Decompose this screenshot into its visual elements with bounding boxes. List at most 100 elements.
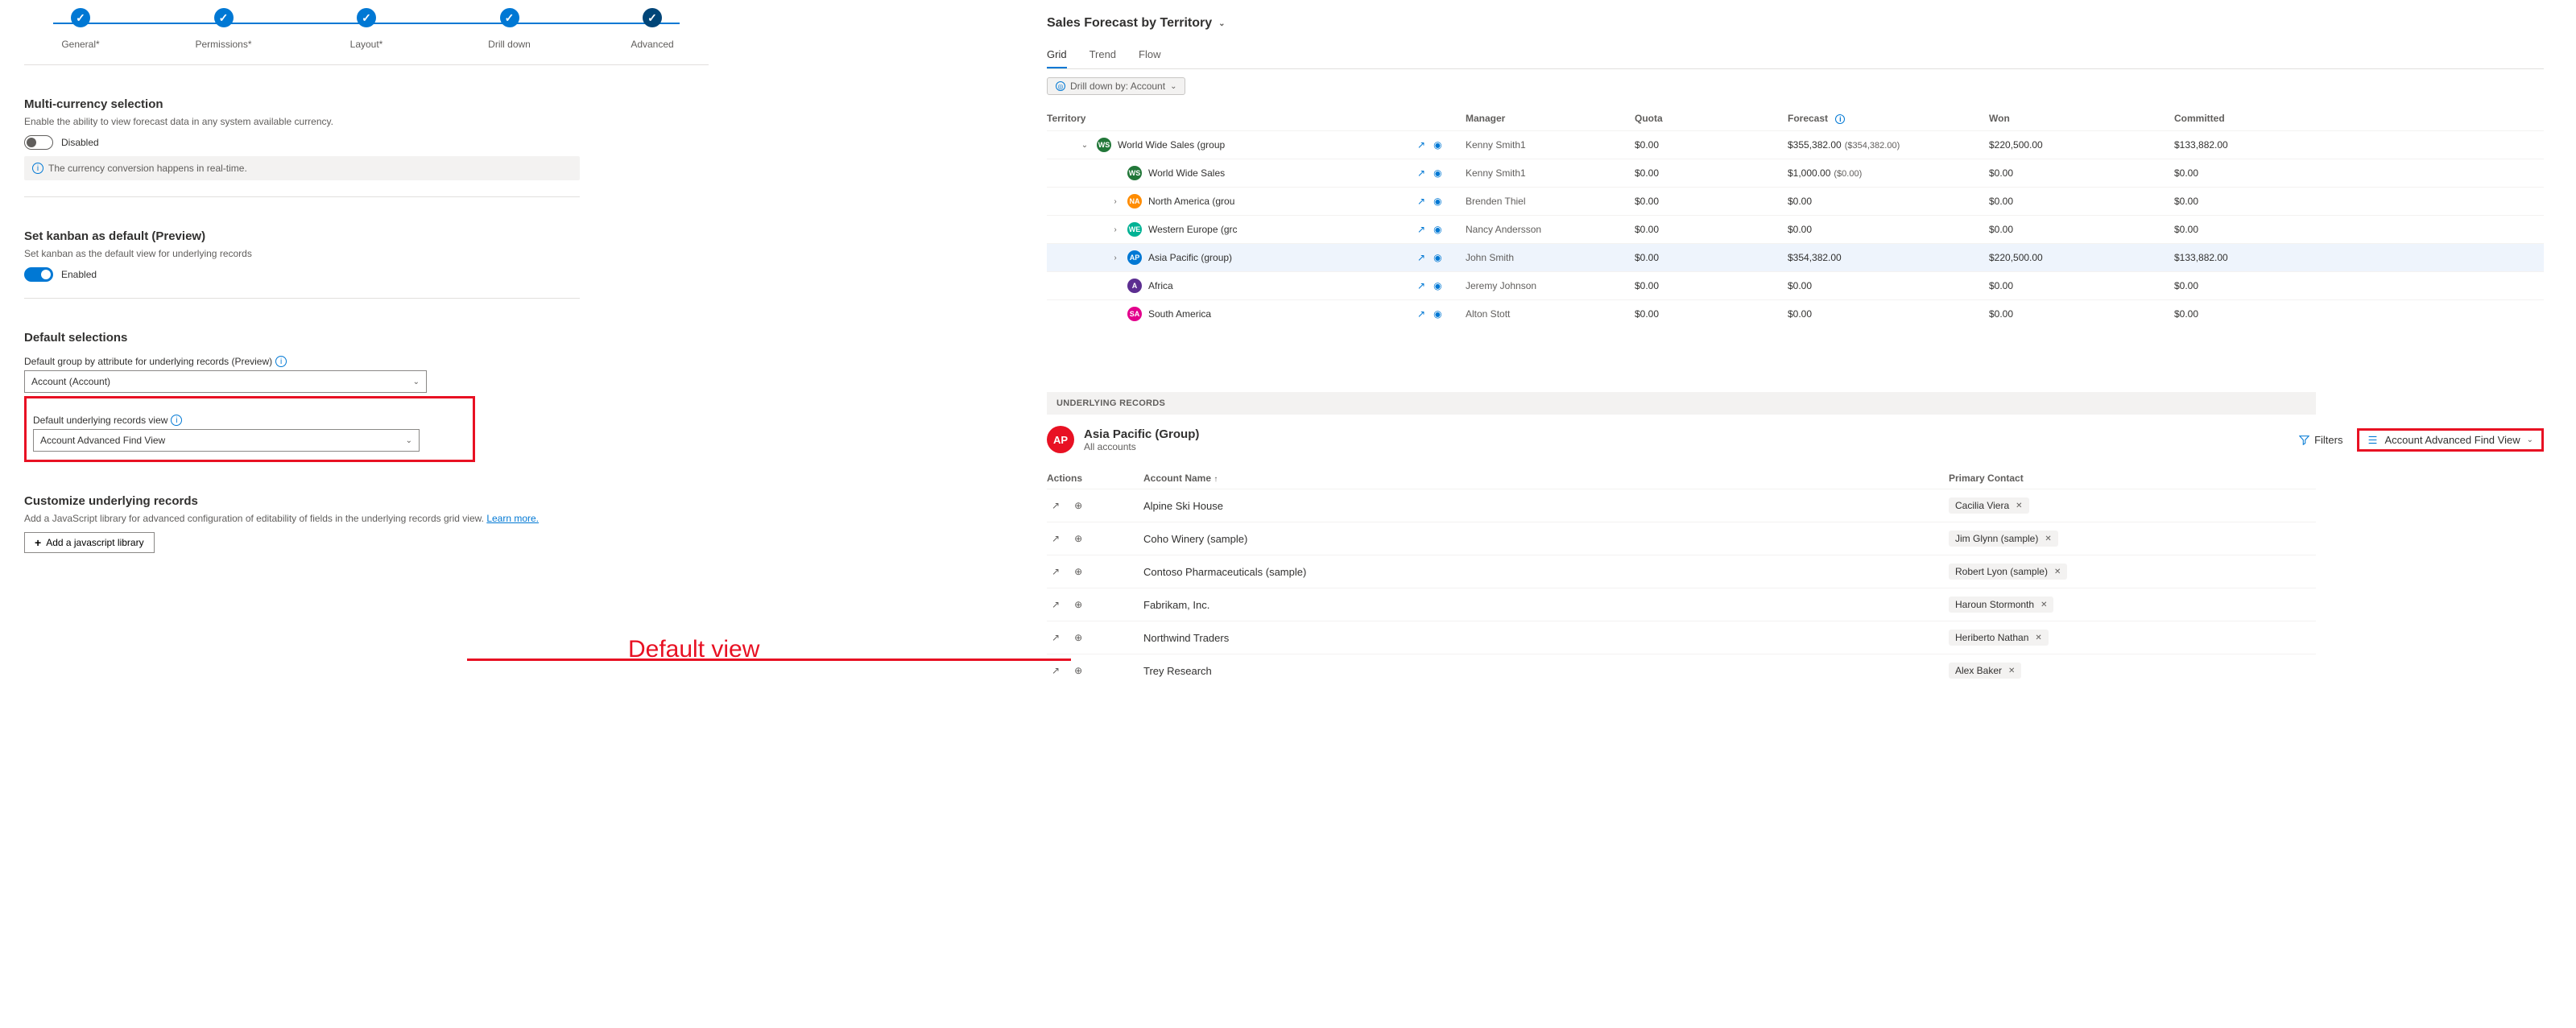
contact-chip[interactable]: Heriberto Nathan ✕: [1949, 630, 2049, 646]
remove-chip-icon[interactable]: ✕: [2008, 667, 2015, 675]
group-by-label: Default group by attribute for underlyin…: [24, 356, 580, 367]
col-manager[interactable]: Manager: [1466, 113, 1635, 124]
contact-chip[interactable]: Cacilia Viera ✕: [1949, 497, 2029, 514]
col-won[interactable]: Won: [1989, 113, 2174, 124]
account-name-cell: Fabrikam, Inc.: [1143, 599, 1949, 611]
open-record-icon[interactable]: ↗: [1052, 500, 1060, 511]
info-icon: i: [32, 163, 43, 174]
territory-avatar: WS: [1127, 166, 1142, 180]
add-icon[interactable]: ⊕: [1074, 500, 1082, 511]
expand-icon[interactable]: ⌄: [1079, 141, 1090, 150]
tab-grid[interactable]: Grid: [1047, 42, 1067, 68]
learn-more-link[interactable]: Learn more.: [486, 513, 539, 524]
remove-chip-icon[interactable]: ✕: [2035, 634, 2041, 642]
drilldown-pill[interactable]: ◎ Drill down by: Account ⌄: [1047, 77, 1185, 95]
step-advanced[interactable]: Advanced: [596, 8, 709, 50]
contact-chip[interactable]: Haroun Stormonth ✕: [1949, 597, 2053, 613]
kanban-toggle[interactable]: Enabled: [24, 267, 580, 282]
open-record-icon[interactable]: ↗: [1052, 632, 1060, 643]
col-territory[interactable]: Territory: [1047, 113, 1417, 124]
open-icon[interactable]: ↗: [1417, 139, 1425, 151]
chart-icon[interactable]: ◉: [1433, 196, 1441, 207]
expand-icon[interactable]: ›: [1110, 197, 1121, 206]
step-permissions[interactable]: Permissions*: [167, 8, 280, 50]
remove-chip-icon[interactable]: ✕: [2016, 502, 2022, 510]
add-icon[interactable]: ⊕: [1074, 566, 1082, 577]
info-icon[interactable]: i: [1835, 114, 1845, 124]
manager-cell: Nancy Andersson: [1466, 224, 1635, 235]
chevron-down-icon: ⌄: [2527, 436, 2533, 444]
chart-icon[interactable]: ◉: [1433, 308, 1441, 320]
filters-button[interactable]: Filters: [2299, 434, 2342, 446]
chart-icon[interactable]: ◉: [1433, 167, 1441, 179]
open-icon[interactable]: ↗: [1417, 167, 1425, 179]
open-icon[interactable]: ↗: [1417, 308, 1425, 320]
open-record-icon[interactable]: ↗: [1052, 533, 1060, 544]
contact-chip[interactable]: Alex Baker ✕: [1949, 663, 2021, 679]
view-selector[interactable]: Account Advanced Find View ⌄: [2367, 434, 2533, 446]
col-primary-contact[interactable]: Primary Contact: [1949, 473, 2303, 484]
chart-icon[interactable]: ◉: [1433, 139, 1441, 151]
forecast-title[interactable]: Sales Forecast by Territory ⌄: [1047, 16, 2544, 31]
underlying-sub: All accounts: [1084, 441, 1199, 452]
committed-cell: $133,882.00: [2174, 139, 2311, 151]
forecast-row[interactable]: ⌄WSWorld Wide Sales (group↗◉Kenny Smith1…: [1047, 130, 2544, 159]
underlying-row[interactable]: ↗⊕Northwind TradersHeriberto Nathan ✕: [1047, 621, 2316, 654]
account-name-cell: Contoso Pharmaceuticals (sample): [1143, 566, 1949, 578]
info-icon[interactable]: i: [171, 415, 182, 426]
remove-chip-icon[interactable]: ✕: [2041, 601, 2047, 609]
chart-icon[interactable]: ◉: [1433, 252, 1441, 263]
step-drilldown[interactable]: Drill down: [453, 8, 566, 50]
open-record-icon[interactable]: ↗: [1052, 599, 1060, 610]
forecast-row[interactable]: WSWorld Wide Sales↗◉Kenny Smith1$0.00$1,…: [1047, 159, 2544, 187]
step-layout[interactable]: Layout*: [310, 8, 423, 50]
forecast-row[interactable]: ›APAsia Pacific (group)↗◉John Smith$0.00…: [1047, 243, 2544, 271]
chart-icon[interactable]: ◉: [1433, 280, 1441, 291]
underlying-row[interactable]: ↗ ⊕ Contoso Pharmaceuticals (sample)Robert…: [1047, 555, 2316, 588]
committed-cell: $133,882.00: [2174, 252, 2311, 263]
underlying-row[interactable]: ↗⊕Coho Winery (sample)Jim Glynn (sample)…: [1047, 522, 2316, 555]
col-actions[interactable]: Actions: [1047, 473, 1143, 484]
open-icon[interactable]: ↗: [1417, 252, 1425, 263]
open-icon[interactable]: ↗: [1417, 224, 1425, 235]
step-general[interactable]: General*: [24, 8, 137, 50]
open-icon[interactable]: ↗: [1417, 280, 1425, 291]
col-account-name[interactable]: Account Name ↑: [1143, 473, 1949, 484]
col-forecast[interactable]: Forecast i: [1788, 113, 1989, 124]
list-icon: [2367, 435, 2378, 445]
default-view-select[interactable]: Account Advanced Find View ⌄: [33, 429, 420, 452]
underlying-row[interactable]: ↗ ⊕ Fabrikam, Inc.Haroun Stormonth ✕: [1047, 588, 2316, 621]
col-committed[interactable]: Committed: [2174, 113, 2311, 124]
open-record-icon[interactable]: ↗: [1052, 566, 1060, 577]
chart-icon[interactable]: ◉: [1433, 224, 1441, 235]
tab-trend[interactable]: Trend: [1090, 42, 1116, 68]
add-icon[interactable]: ⊕: [1074, 632, 1082, 643]
remove-chip-icon[interactable]: ✕: [2045, 535, 2051, 543]
remove-chip-icon[interactable]: ✕: [2054, 568, 2061, 576]
underlying-row[interactable]: ↗⊕Trey ResearchAlex Baker ✕: [1047, 654, 2316, 687]
forecast-row[interactable]: SASouth America↗◉Alton Stott$0.00$0.00$0…: [1047, 299, 2544, 328]
forecast-tabs: Grid Trend Flow: [1047, 42, 2544, 69]
info-icon[interactable]: i: [275, 356, 287, 367]
won-cell: $220,500.00: [1989, 139, 2174, 151]
expand-icon[interactable]: ›: [1110, 225, 1121, 234]
forecast-row[interactable]: ›WEWestern Europe (grc↗◉Nancy Andersson$…: [1047, 215, 2544, 243]
add-icon[interactable]: ⊕: [1074, 533, 1082, 544]
underlying-row[interactable]: ↗⊕Alpine Ski HouseCacilia Viera ✕: [1047, 489, 2316, 522]
group-by-select[interactable]: Account (Account) ⌄: [24, 370, 427, 393]
underlying-records-banner: UNDERLYING RECORDS: [1047, 392, 2316, 415]
add-icon[interactable]: ⊕: [1074, 665, 1082, 676]
contact-chip[interactable]: Jim Glynn (sample) ✕: [1949, 531, 2058, 547]
forecast-row[interactable]: AAfrica↗◉Jeremy Johnson$0.00$0.00$0.00$0…: [1047, 271, 2544, 299]
quota-cell: $0.00: [1635, 308, 1788, 320]
add-js-library-button[interactable]: +Add a javascript library: [24, 532, 155, 553]
open-record-icon[interactable]: ↗: [1052, 665, 1060, 676]
multi-currency-toggle[interactable]: Disabled: [24, 135, 580, 150]
open-icon[interactable]: ↗: [1417, 196, 1425, 207]
expand-icon[interactable]: ›: [1110, 254, 1121, 262]
contact-chip[interactable]: Robert Lyon (sample) ✕: [1949, 564, 2067, 580]
tab-flow[interactable]: Flow: [1139, 42, 1160, 68]
col-quota[interactable]: Quota: [1635, 113, 1788, 124]
forecast-row[interactable]: ›NANorth America (grou↗◉Brenden Thiel$0.…: [1047, 187, 2544, 215]
add-icon[interactable]: ⊕: [1074, 599, 1082, 610]
